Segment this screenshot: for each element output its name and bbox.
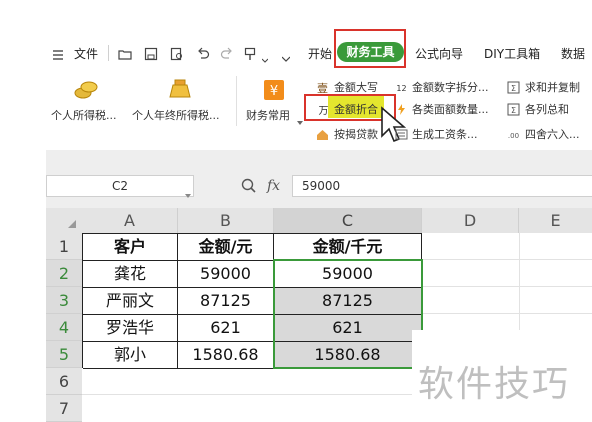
denomination-icon bbox=[395, 101, 408, 115]
svg-text:Σ: Σ bbox=[511, 106, 516, 115]
cell-a3[interactable]: 严丽文 bbox=[83, 288, 178, 315]
rounding-icon: .00 bbox=[507, 126, 520, 140]
finance-book-icon: ¥ bbox=[262, 78, 286, 106]
sep-ribbon bbox=[236, 76, 237, 126]
cell-b4[interactable]: 621 bbox=[178, 315, 274, 342]
digit-split-button[interactable]: 金额数字拆分... bbox=[412, 79, 489, 95]
header-cell-amount-thousand[interactable]: 金额/千元 bbox=[274, 234, 422, 261]
coins-icon bbox=[73, 78, 99, 104]
svg-text:Σ: Σ bbox=[511, 84, 516, 93]
annual-bonus-tax-button[interactable]: 个人年终所得税... bbox=[130, 76, 230, 124]
row-header-4[interactable]: 4 bbox=[46, 314, 82, 341]
selection-range bbox=[273, 259, 423, 369]
divider bbox=[108, 45, 109, 61]
tab-home[interactable]: 开始 bbox=[308, 45, 332, 62]
row-header-7[interactable]: 7 bbox=[46, 395, 82, 422]
row-header-5[interactable]: 5 bbox=[46, 341, 82, 368]
cell-a5[interactable]: 郭小 bbox=[83, 342, 178, 369]
column-header-b[interactable]: B bbox=[178, 208, 274, 233]
svg-text:¥: ¥ bbox=[270, 84, 278, 99]
chevron-down-icon[interactable] bbox=[185, 184, 191, 203]
row-header-3[interactable]: 3 bbox=[46, 287, 82, 314]
house-icon bbox=[316, 126, 329, 140]
more-icon[interactable] bbox=[281, 48, 291, 67]
sum-and-copy-button[interactable]: 求和并复制 bbox=[525, 79, 580, 95]
column-header-d[interactable]: D bbox=[422, 208, 519, 233]
money-bag-icon bbox=[167, 77, 193, 105]
gridline bbox=[422, 286, 592, 287]
watermark-text: 软件技巧 bbox=[418, 364, 571, 405]
hamburger-icon[interactable] bbox=[52, 46, 64, 65]
chevron-down-icon bbox=[297, 111, 303, 130]
row-header-1[interactable]: 1 bbox=[46, 233, 82, 260]
digit-split-icon: 12 bbox=[395, 79, 408, 93]
column-sum-icon: Σ bbox=[507, 101, 520, 116]
format-painter-icon[interactable] bbox=[244, 46, 258, 60]
open-folder-icon[interactable] bbox=[118, 46, 132, 60]
row-header-6[interactable]: 6 bbox=[46, 368, 82, 395]
select-all-corner[interactable] bbox=[46, 208, 82, 233]
tab-data[interactable]: 数据 bbox=[561, 45, 585, 62]
generate-payslip-button[interactable]: 生成工资条... bbox=[412, 126, 478, 142]
cell-b2[interactable]: 59000 bbox=[178, 261, 274, 288]
gridline bbox=[422, 313, 592, 314]
top-area bbox=[0, 0, 592, 36]
undo-icon[interactable] bbox=[196, 46, 210, 60]
file-menu[interactable]: 文件 bbox=[74, 45, 98, 62]
name-box[interactable]: C2 bbox=[46, 175, 194, 197]
cell-a4[interactable]: 罗浩华 bbox=[83, 315, 178, 342]
fx-label[interactable]: fx bbox=[267, 178, 280, 194]
column-header-c[interactable]: C bbox=[274, 208, 422, 233]
save-icon[interactable] bbox=[144, 46, 158, 61]
header-cell-customer[interactable]: 客户 bbox=[83, 234, 178, 261]
print-preview-icon[interactable] bbox=[170, 46, 184, 61]
sum-copy-icon: Σ bbox=[507, 79, 520, 94]
zoom-search-icon[interactable] bbox=[241, 178, 257, 198]
cell-b3[interactable]: 87125 bbox=[178, 288, 274, 315]
payslip-icon bbox=[395, 126, 408, 140]
tab-formula-wizard[interactable]: 公式向导 bbox=[415, 45, 463, 62]
uppercase-amount-icon: 壹 bbox=[316, 79, 329, 95]
income-tax-button[interactable]: 个人所得税... bbox=[50, 76, 128, 124]
column-header-e[interactable]: E bbox=[519, 208, 592, 233]
finance-common-button[interactable]: ¥ 财务常用 bbox=[243, 76, 305, 125]
amount-uppercase-button[interactable]: 金额大写 bbox=[334, 79, 378, 95]
svg-text:12: 12 bbox=[396, 84, 406, 93]
gridline bbox=[422, 259, 592, 260]
mortgage-button[interactable]: 按揭贷款 bbox=[334, 126, 378, 142]
cell-a2[interactable]: 龚花 bbox=[83, 261, 178, 288]
denomination-count-button[interactable]: 各类面额数量... bbox=[412, 101, 489, 117]
svg-text:壹: 壹 bbox=[317, 82, 328, 94]
column-totals-button[interactable]: 各列总和 bbox=[525, 101, 569, 117]
redo-icon[interactable] bbox=[220, 46, 234, 60]
header-cell-amount-yuan[interactable]: 金额/元 bbox=[178, 234, 274, 261]
cell-b5[interactable]: 1580.68 bbox=[178, 342, 274, 369]
column-header-a[interactable]: A bbox=[82, 208, 178, 233]
tab-diy-toolbox[interactable]: DIY工具箱 bbox=[484, 45, 540, 62]
tab-highlight-box bbox=[334, 29, 406, 68]
row-header-2[interactable]: 2 bbox=[46, 260, 82, 287]
formula-input[interactable]: 59000 bbox=[292, 175, 592, 197]
chevron-down-icon[interactable] bbox=[261, 49, 269, 68]
svg-text:.00: .00 bbox=[508, 132, 519, 140]
round-half-even-button[interactable]: 四舍六入... bbox=[525, 126, 580, 142]
